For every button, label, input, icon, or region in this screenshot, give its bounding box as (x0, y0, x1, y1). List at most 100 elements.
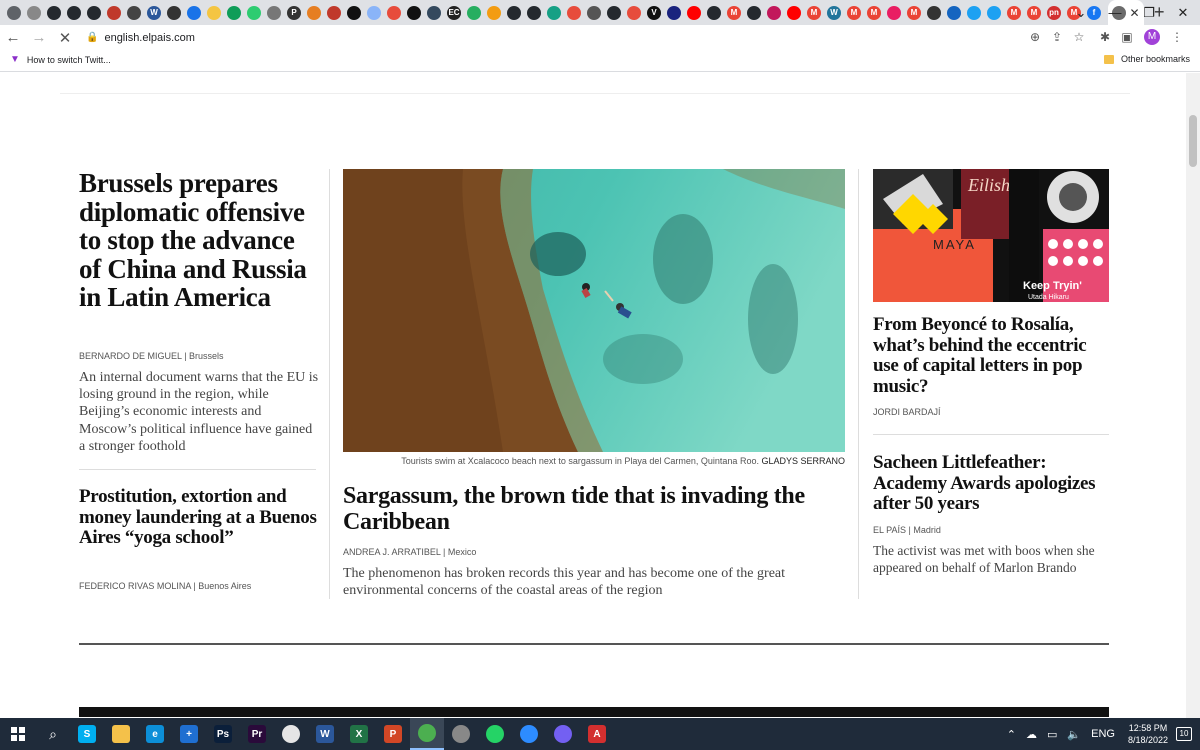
site-icon[interactable] (327, 5, 341, 20)
site-icon[interactable]: pn (1047, 5, 1061, 20)
gmail-icon[interactable]: M (907, 5, 921, 20)
chevron-up-icon[interactable]: ⌃ (1007, 728, 1016, 741)
site-icon[interactable] (267, 5, 281, 20)
site-icon[interactable] (307, 5, 321, 20)
gmail-icon[interactable]: M (1027, 5, 1041, 20)
site-icon[interactable] (387, 5, 401, 20)
right-bottom-headline[interactable]: Sacheen Littlefeather: Academy Awards ap… (873, 452, 1109, 515)
network-icon[interactable]: ▭ (1047, 728, 1057, 741)
pop-music-artwork[interactable]: Eilish MAYA Keep Tryin' Utada Hikaru (873, 169, 1109, 302)
store-taskbar-button[interactable]: + (172, 718, 206, 750)
start-button[interactable] (0, 718, 36, 750)
site-icon[interactable] (487, 5, 501, 20)
gmail-icon[interactable]: M (807, 5, 821, 20)
github-icon[interactable] (747, 5, 761, 20)
site-icon[interactable] (407, 5, 421, 20)
viber-taskbar-button[interactable] (546, 718, 580, 750)
profile-avatar[interactable]: M (1144, 29, 1160, 45)
youtube-icon[interactable] (787, 5, 801, 20)
site-icon[interactable] (27, 5, 41, 20)
back-button[interactable]: ← (0, 29, 26, 46)
excel-taskbar-button[interactable]: X (342, 718, 376, 750)
other-bookmarks-folder[interactable]: Other bookmarks (1103, 54, 1190, 64)
chrome-icon[interactable] (7, 5, 21, 20)
paint-taskbar-button[interactable] (274, 718, 308, 750)
word-taskbar-button[interactable]: W (308, 718, 342, 750)
scrollbar-thumb[interactable] (1189, 115, 1197, 167)
side-panel-icon[interactable]: ▣ (1116, 30, 1138, 44)
github-icon[interactable] (527, 5, 541, 20)
chrome-taskbar-button[interactable] (410, 718, 444, 750)
site-icon[interactable] (927, 5, 941, 20)
menu-icon[interactable]: ⋮ (1166, 30, 1188, 44)
notification-center-button[interactable]: 10 (1176, 727, 1192, 741)
powerpoint-taskbar-button[interactable]: P (376, 718, 410, 750)
site-icon[interactable] (427, 5, 441, 20)
gmail-icon[interactable]: M (867, 5, 881, 20)
word-icon[interactable]: W (147, 5, 161, 20)
second-left-headline[interactable]: Prostitution, extortion and money launde… (79, 486, 324, 549)
whatsapp-taskbar-button[interactable] (478, 718, 512, 750)
site-icon[interactable]: EC (447, 5, 461, 20)
restore-button[interactable]: ❐ (1132, 0, 1166, 25)
site-icon[interactable] (167, 5, 181, 20)
gmail-icon[interactable]: M (1007, 5, 1021, 20)
address-bar[interactable]: 🔒 english.elpais.com (82, 28, 1102, 47)
site-icon[interactable] (187, 5, 201, 20)
stop-loading-button[interactable]: ✕ (52, 29, 78, 47)
search-button[interactable]: ⌕ (36, 718, 70, 750)
skype-taskbar-button[interactable]: S (70, 718, 104, 750)
site-icon[interactable]: V (647, 5, 661, 20)
share-icon[interactable]: ⇪ (1046, 30, 1068, 44)
wordpress-icon[interactable]: W (827, 5, 841, 20)
gmail-icon[interactable]: M (727, 5, 741, 20)
github-icon[interactable] (507, 5, 521, 20)
github-icon[interactable] (707, 5, 721, 20)
site-icon[interactable] (247, 5, 261, 20)
onedrive-icon[interactable]: ☁ (1026, 728, 1037, 741)
lock-icon[interactable]: 🔒 (86, 32, 98, 43)
site-icon[interactable]: P (287, 5, 301, 20)
right-bottom-author[interactable]: EL PAÍS (873, 525, 906, 535)
extensions-icon[interactable]: ✱ (1094, 30, 1116, 44)
lead-left-headline[interactable]: Brussels prepares diplomatic offensive t… (79, 169, 319, 312)
github-icon[interactable] (67, 5, 81, 20)
volume-icon[interactable]: 🔈 (1067, 728, 1081, 741)
page-scrollbar[interactable] (1186, 73, 1200, 718)
gimp-taskbar-button[interactable] (444, 718, 478, 750)
acrobat-taskbar-button[interactable]: A (580, 718, 614, 750)
github-icon[interactable] (47, 5, 61, 20)
site-icon[interactable] (627, 5, 641, 20)
sargassum-photo[interactable] (343, 169, 845, 452)
site-icon[interactable] (107, 5, 121, 20)
right-top-headline[interactable]: From Beyoncé to Rosalía, what’s behind t… (873, 314, 1113, 397)
site-icon[interactable] (887, 5, 901, 20)
site-icon[interactable] (667, 5, 681, 20)
center-headline[interactable]: Sargassum, the brown tide that is invadi… (343, 483, 843, 535)
site-icon[interactable] (367, 5, 381, 20)
lead-left-author[interactable]: BERNARDO DE MIGUEL (79, 351, 182, 361)
bookmark-item[interactable]: ▼ How to switch Twitt... (10, 54, 111, 65)
language-indicator[interactable]: ENG (1091, 728, 1115, 740)
sticky-icon[interactable] (207, 5, 221, 20)
site-icon[interactable] (947, 5, 961, 20)
site-icon[interactable] (567, 5, 581, 20)
premiere-taskbar-button[interactable]: Pr (240, 718, 274, 750)
zoom-taskbar-button[interactable] (512, 718, 546, 750)
youtube-icon[interactable] (687, 5, 701, 20)
second-left-author[interactable]: FEDERICO RIVAS MOLINA (79, 581, 191, 591)
photoshop-taskbar-button[interactable]: Ps (206, 718, 240, 750)
site-icon[interactable] (347, 5, 361, 20)
file-explorer-taskbar-button[interactable] (104, 718, 138, 750)
site-icon[interactable] (127, 5, 141, 20)
center-author[interactable]: ANDREA J. ARRATIBEL (343, 547, 441, 557)
gmail-icon[interactable]: M (847, 5, 861, 20)
clock[interactable]: 12:58 PM 8/18/2022 (1128, 722, 1168, 746)
site-icon[interactable] (547, 5, 561, 20)
edge-taskbar-button[interactable]: e (138, 718, 172, 750)
url-text[interactable]: english.elpais.com (104, 32, 195, 44)
site-icon[interactable] (967, 5, 981, 20)
twitter-icon[interactable] (987, 5, 1001, 20)
github-icon[interactable] (87, 5, 101, 20)
close-window-button[interactable]: ✕ (1166, 0, 1200, 25)
